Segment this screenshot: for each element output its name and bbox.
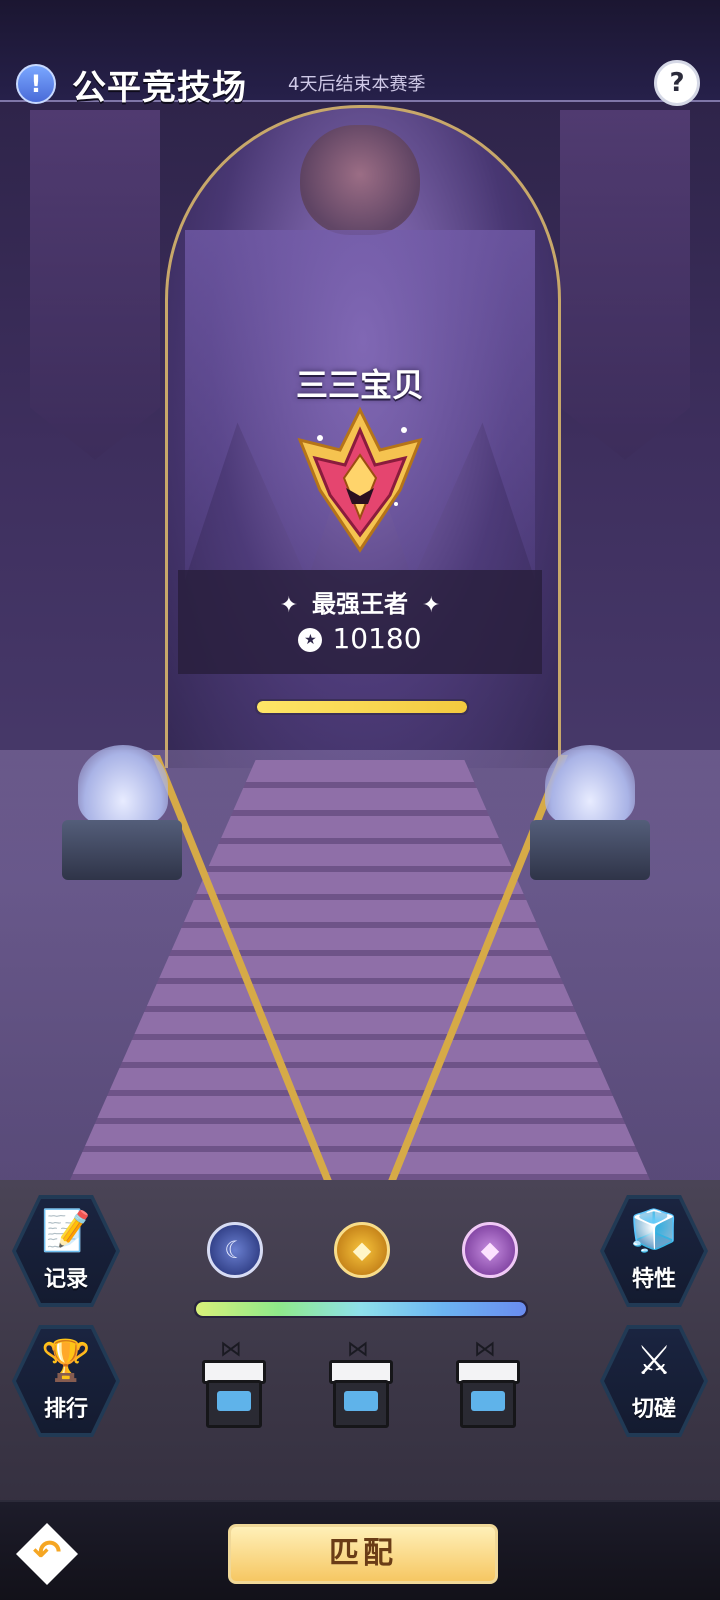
match-button[interactable]: 匹配 <box>228 1524 498 1584</box>
right-banner <box>560 110 690 460</box>
ribbon-bow-icon: ⋈ <box>347 1337 369 1362</box>
king-rank-badge-icon[interactable] <box>280 400 440 560</box>
gift-tag <box>344 1391 378 1411</box>
rank-title-row: ✦ 最强王者 ✦ <box>178 584 542 619</box>
gift-tag <box>471 1391 505 1411</box>
gift-body <box>460 1380 516 1428</box>
left-banner <box>30 110 160 460</box>
reward-gift-box-1[interactable]: ⋈ <box>198 1337 266 1428</box>
rank-progress-bar <box>255 699 469 715</box>
right-brazier-flame <box>545 745 635 825</box>
question-icon[interactable]: ? <box>654 60 700 106</box>
left-brazier <box>62 820 182 880</box>
reward-gift-box-2[interactable]: ⋈ <box>325 1337 393 1428</box>
right-brazier <box>530 820 650 880</box>
season-countdown: 4天后结束本赛季 <box>288 74 426 95</box>
moon-gem-icon[interactable]: ☾ <box>207 1222 263 1278</box>
gift-tag <box>217 1391 251 1411</box>
reward-gift-box-3[interactable]: ⋈ <box>452 1337 520 1428</box>
exclamation-icon[interactable]: ! <box>16 64 56 104</box>
rank-panel: ✦ 最强王者 ✦ ★ 10180 <box>178 570 542 674</box>
season-reward-progress-fill <box>196 1302 526 1316</box>
sparkle-icon: ✦ <box>279 593 298 618</box>
gift-body <box>333 1380 389 1428</box>
gift-body <box>206 1380 262 1428</box>
boar-creature-emblem <box>300 125 420 235</box>
rank-title: 最强王者 <box>312 590 408 618</box>
sun-gem-icon[interactable]: ◆ <box>334 1222 390 1278</box>
left-brazier-flame <box>78 745 168 825</box>
rank-points: 10180 <box>332 622 422 655</box>
season-reward-progress-bar <box>194 1300 528 1318</box>
ribbon-bow-icon: ⋈ <box>220 1337 242 1362</box>
top-bar: ! 公平竞技场 4天后结束本赛季 ? <box>0 0 720 108</box>
ribbon-bow-icon: ⋈ <box>474 1337 496 1362</box>
crystal-gem-icon[interactable]: ◆ <box>462 1222 518 1278</box>
rank-progress-fill <box>257 701 467 713</box>
medal-icon: ★ <box>298 628 323 652</box>
arena-screen: ! 公平竞技场 4天后结束本赛季 ? 三三宝贝 ✦ 最强王者 ✦ ★ 10180 📝 <box>0 0 720 1600</box>
rank-points-row: ★ 10180 <box>178 622 542 655</box>
page-title: 公平竞技场 <box>72 68 247 108</box>
sparkle-icon: ✦ <box>422 593 441 618</box>
